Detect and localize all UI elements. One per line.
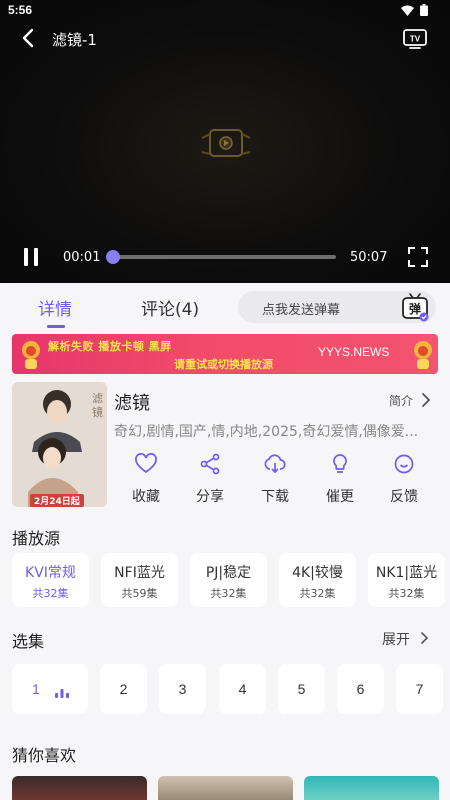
recommend-poster[interactable] <box>158 776 293 800</box>
bulb-icon <box>333 454 347 473</box>
source-count: 共32集 <box>299 587 336 600</box>
show-poster: 滤 镜 2月24日起 <box>12 382 107 507</box>
danmaku-input[interactable]: 点我发送弹幕 弹 <box>238 291 436 323</box>
heart-icon <box>135 453 157 474</box>
now-playing-icon <box>55 689 69 698</box>
source-name: 4K|较慢 <box>292 565 343 581</box>
battery-icon <box>420 4 428 16</box>
video-title: 滤镜-1 <box>52 31 97 49</box>
favorite-label: 收藏 <box>132 489 160 505</box>
svg-text:滤: 滤 <box>92 392 103 405</box>
recommend-title: 猜你喜欢 <box>12 746 77 765</box>
source-count: 共59集 <box>121 587 158 600</box>
source-name: NFI蓝光 <box>114 565 165 581</box>
action-row: 收藏 分享 下载 催更 反馈 <box>114 452 439 512</box>
pause-icon[interactable] <box>20 246 42 268</box>
fullscreen-icon[interactable] <box>408 247 428 267</box>
share-icon <box>200 453 220 475</box>
source-item[interactable]: KVI常规 共32集 <box>12 553 89 607</box>
feedback-label: 反馈 <box>390 489 418 505</box>
back-arrow-icon[interactable] <box>18 27 40 49</box>
tab-comments[interactable]: 评论(4) <box>141 295 199 320</box>
source-list: KVI常规 共32集 NFI蓝光 共59集 PJ|稳定 共32集 4K|较慢 共… <box>12 553 450 607</box>
duration-time: 50:07 <box>350 250 388 265</box>
recommend-list <box>12 776 450 800</box>
lion-mascot-icon <box>414 341 432 369</box>
chevron-right-icon[interactable] <box>420 630 430 646</box>
poster-art: 滤 镜 <box>12 382 107 507</box>
favorite-button[interactable]: 收藏 <box>114 452 178 506</box>
episode-item[interactable]: 7 <box>396 664 443 714</box>
wifi-icon <box>401 5 414 16</box>
banner-line-2: 请重试或切换播放源 <box>174 358 273 371</box>
urge-update-button[interactable]: 催更 <box>308 452 372 506</box>
svg-text:镜: 镜 <box>92 405 103 419</box>
share-label: 分享 <box>196 489 224 505</box>
banner-site: YYYS.NEWS <box>318 345 390 359</box>
episodes-title: 选集 <box>12 632 45 651</box>
episode-item[interactable]: 3 <box>159 664 206 714</box>
source-count: 共32集 <box>32 587 69 600</box>
danmaku-toggle-icon[interactable]: 弹 <box>401 292 429 322</box>
episode-item[interactable]: 4 <box>219 664 266 714</box>
source-count: 共32集 <box>210 587 247 600</box>
chevron-right-icon[interactable] <box>421 392 431 408</box>
status-bar: 5:56 <box>0 0 450 20</box>
source-item[interactable]: 4K|较慢 共32集 <box>279 553 356 607</box>
feedback-icon <box>394 454 414 474</box>
danmaku-placeholder: 点我发送弹幕 <box>262 303 341 318</box>
source-item[interactable]: PJ|稳定 共32集 <box>190 553 267 607</box>
recommend-poster[interactable] <box>304 776 439 800</box>
video-logo-icon <box>201 129 251 157</box>
video-player[interactable]: 5:56 滤镜-1 TV 00:01 50:07 <box>0 0 450 283</box>
download-button[interactable]: 下载 <box>243 452 307 506</box>
progress-thumb[interactable] <box>106 250 120 264</box>
urge-update-label: 催更 <box>326 489 354 505</box>
feedback-button[interactable]: 反馈 <box>372 452 436 506</box>
tab-bar: 详情 评论(4) 点我发送弹幕 弹 <box>0 283 450 331</box>
show-tags: 奇幻,剧情,国产,情,内地,2025,奇幻爱情,偶像爱... <box>114 424 419 440</box>
intro-link[interactable]: 简介 <box>389 392 413 409</box>
tab-details[interactable]: 详情 <box>38 295 72 320</box>
episode-item[interactable]: 1 <box>12 664 88 714</box>
source-count: 共32集 <box>388 587 425 600</box>
danmaku-icon-label: 弹 <box>409 301 421 316</box>
episode-number: 1 <box>32 681 40 697</box>
sources-title: 播放源 <box>12 529 61 548</box>
share-button[interactable]: 分享 <box>178 452 242 506</box>
show-title: 滤镜 <box>114 393 150 414</box>
episode-item[interactable]: 6 <box>337 664 384 714</box>
episode-item[interactable]: 5 <box>278 664 325 714</box>
cast-tv-icon[interactable]: TV <box>402 27 428 49</box>
tab-underline <box>47 325 65 328</box>
notice-banner[interactable]: 解析失败 播放卡顿 黑屏 请重试或切换播放源 YYYS.NEWS <box>12 334 438 374</box>
status-icons <box>401 4 428 16</box>
banner-line-1: 解析失败 播放卡顿 黑屏 <box>48 340 172 353</box>
lion-mascot-icon <box>22 341 40 369</box>
episode-list: 1 2 3 4 5 6 7 <box>12 664 450 714</box>
svg-text:TV: TV <box>410 35 421 44</box>
status-time: 5:56 <box>8 3 33 17</box>
app-screen: 5:56 滤镜-1 TV 00:01 50:07 详情 评论(4) 点我发送弹幕… <box>0 0 450 800</box>
expand-link[interactable]: 展开 <box>382 629 410 649</box>
download-label: 下载 <box>261 489 289 505</box>
source-name: KVI常规 <box>25 565 76 581</box>
current-time: 00:01 <box>63 250 101 265</box>
source-item[interactable]: NK1|蓝光 共32集 <box>368 553 445 607</box>
source-name: NK1|蓝光 <box>375 565 438 581</box>
source-name: PJ|稳定 <box>205 565 252 581</box>
recommend-poster[interactable] <box>12 776 147 800</box>
progress-track[interactable] <box>110 255 336 259</box>
poster-date: 2月24日起 <box>30 494 84 507</box>
episode-item[interactable]: 2 <box>100 664 147 714</box>
download-icon <box>264 454 286 474</box>
source-item[interactable]: NFI蓝光 共59集 <box>101 553 178 607</box>
